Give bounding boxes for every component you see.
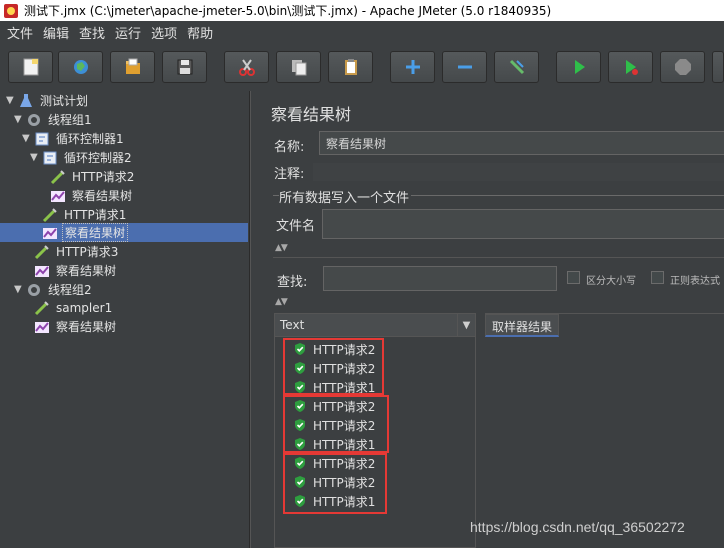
listener-icon — [51, 190, 65, 202]
shutdown-button[interactable] — [712, 51, 724, 83]
name-field[interactable]: 察看结果树 — [319, 131, 724, 155]
toggle-button[interactable] — [494, 51, 539, 83]
expand-caret[interactable]: ▼ — [6, 95, 16, 106]
listener-icon — [43, 227, 57, 239]
sampler-icon — [34, 300, 49, 315]
tree-node-view-results-tree-selected[interactable]: 察看结果树 — [0, 223, 248, 242]
result-tabs: 取样器结果 — [485, 313, 724, 548]
tree-node-loop-controller-1[interactable]: ▼ 循环控制器1 — [22, 129, 126, 148]
stop-icon — [674, 59, 691, 75]
paste-icon — [344, 59, 357, 75]
thread-group-icon — [28, 113, 40, 126]
window-title: 测试下.jmx (C:\jmeter\apache-jmeter-5.0\bin… — [24, 4, 552, 18]
tree-node-sampler1[interactable]: sampler1 — [34, 298, 114, 317]
sampler-icon — [42, 207, 57, 222]
tree-node-http-request-2[interactable]: HTTP请求2 — [50, 167, 136, 186]
start-icon — [574, 60, 585, 74]
tree-node-thread-group-2[interactable]: ▼ 线程组2 — [14, 280, 94, 299]
test-plan-tree: ▼ 测试计划 ▼ 线程组1 ▼ 循环控制器1 ▼ 循环控制器2 HTTP请求2 … — [0, 91, 250, 548]
collapse-icon — [457, 65, 472, 69]
test-plan-icon — [20, 93, 32, 107]
filename-field[interactable] — [322, 209, 724, 239]
start-no-pauses-button[interactable] — [608, 51, 653, 83]
tree-node-view-results-tree[interactable]: 察看结果树 — [50, 186, 134, 205]
cut-button[interactable] — [224, 51, 269, 83]
filename-label: 文件名 — [276, 219, 316, 234]
expand-caret[interactable]: ▼ — [22, 133, 32, 144]
cut-icon — [238, 59, 255, 76]
stop-button[interactable] — [660, 51, 705, 83]
thread-group-icon — [28, 283, 40, 296]
listener-icon — [35, 265, 49, 277]
save-icon — [177, 59, 192, 75]
jmeter-logo-icon — [4, 3, 18, 18]
open-button[interactable] — [110, 51, 155, 83]
start-button[interactable] — [556, 51, 601, 83]
listener-icon — [35, 321, 49, 333]
annotation-box — [283, 395, 389, 453]
expand-icon — [405, 60, 420, 74]
loop-controller-icon — [43, 151, 57, 164]
divider — [273, 257, 724, 258]
start-no-pause-icon — [625, 60, 638, 75]
copy-button[interactable] — [276, 51, 321, 83]
paste-button[interactable] — [328, 51, 373, 83]
save-button[interactable] — [162, 51, 207, 83]
tree-node-http-request-1[interactable]: HTTP请求1 — [42, 205, 128, 224]
tree-node-loop-controller-2[interactable]: ▼ 循环控制器2 — [30, 148, 134, 167]
tree-node-http-request-3[interactable]: HTTP请求3 — [34, 242, 120, 261]
chevron-down-icon[interactable]: ▼ — [457, 314, 475, 336]
expand-caret[interactable]: ▼ — [30, 152, 40, 163]
tree-node-view-results-tree[interactable]: 察看结果树 — [34, 261, 118, 280]
templates-icon — [73, 60, 88, 74]
toggle-icon — [509, 59, 524, 75]
expand-all-button[interactable] — [390, 51, 435, 83]
open-icon — [125, 58, 140, 74]
copy-icon — [291, 60, 306, 76]
sampler-icon — [34, 244, 49, 259]
tab-sampler-result[interactable]: 取样器结果 — [485, 314, 560, 337]
panel-title: 察看结果树 — [271, 105, 352, 124]
regex-label: 正则表达式 — [670, 276, 720, 287]
collapse-arrows[interactable]: ▲▼ — [275, 243, 288, 253]
comment-field[interactable] — [313, 163, 724, 181]
renderer-select[interactable]: Text ▼ — [275, 314, 475, 337]
annotation-box — [283, 453, 387, 514]
collapse-all-button[interactable] — [442, 51, 487, 83]
menu-help[interactable]: 帮助 — [184, 23, 220, 42]
case-sensitive-checkbox[interactable] — [567, 271, 580, 284]
case-sensitive-label: 区分大小写 — [586, 276, 636, 287]
tree-node-thread-group-1[interactable]: ▼ 线程组1 — [14, 110, 94, 129]
menu-run[interactable]: 运行 — [112, 23, 148, 42]
sampler-icon — [50, 169, 65, 184]
menu-search[interactable]: 查找 — [76, 23, 112, 42]
loop-controller-icon — [35, 132, 49, 145]
window-titlebar: 测试下.jmx (C:\jmeter\apache-jmeter-5.0\bin… — [0, 0, 724, 21]
regex-checkbox[interactable] — [651, 271, 664, 284]
tree-node-view-results-tree[interactable]: 察看结果树 — [34, 317, 118, 336]
menu-options[interactable]: 选项 — [148, 23, 184, 42]
collapse-arrows[interactable]: ▲▼ — [275, 297, 288, 307]
menu-file[interactable]: 文件 — [4, 23, 40, 42]
annotation-box — [283, 338, 384, 395]
name-label: 名称: — [274, 140, 305, 155]
comment-label: 注释: — [274, 167, 305, 182]
new-icon — [23, 58, 38, 76]
toolbar — [0, 43, 724, 91]
menu-bar: 文件 编辑 查找 运行 选项 帮助 — [0, 21, 724, 43]
menu-edit[interactable]: 编辑 — [40, 23, 76, 42]
new-button[interactable] — [8, 51, 53, 83]
search-label: 查找: — [277, 275, 308, 290]
tree-node-test-plan[interactable]: ▼ 测试计划 — [6, 91, 90, 110]
renderer-value: Text — [280, 318, 305, 332]
group-border — [411, 195, 724, 196]
file-group-title: 所有数据写入一个文件 — [279, 191, 410, 206]
search-input[interactable] — [323, 266, 557, 291]
templates-button[interactable] — [58, 51, 103, 83]
splitter[interactable] — [250, 91, 260, 548]
expand-caret[interactable]: ▼ — [14, 114, 24, 125]
expand-caret[interactable]: ▼ — [14, 284, 24, 295]
watermark: https://blog.csdn.net/qq_36502272 — [470, 519, 685, 535]
